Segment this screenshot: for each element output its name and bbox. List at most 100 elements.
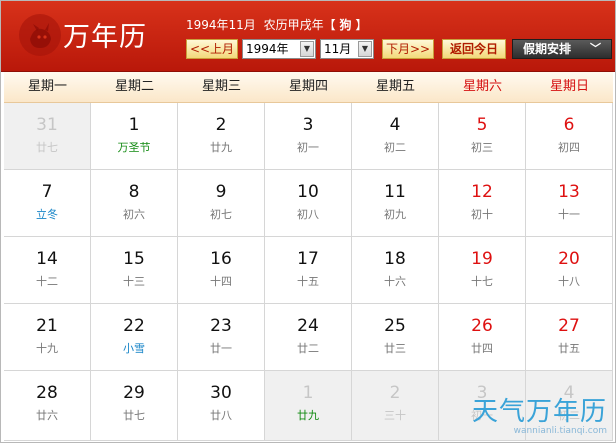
day-number: 18 [384, 249, 406, 269]
prev-month-button[interactable]: <<上月 [186, 39, 238, 59]
day-number: 4 [563, 383, 575, 403]
day-number: 10 [297, 182, 319, 202]
day-cell[interactable]: 20 十八 [526, 237, 613, 304]
day-cell[interactable]: 26 廿四 [439, 304, 526, 371]
day-cell-other-month[interactable]: 1 廿九 [265, 371, 352, 441]
lunar-date: 初九 [384, 208, 406, 221]
day-number: 14 [36, 249, 58, 269]
lunar-date: 廿二 [297, 342, 319, 355]
day-cell[interactable]: 25 廿三 [352, 304, 439, 371]
day-cell[interactable]: 10 初八 [265, 170, 352, 237]
day-number: 16 [210, 249, 232, 269]
lunar-date: 廿五 [558, 342, 580, 355]
lunar-date: 十八 [558, 275, 580, 288]
day-number: 20 [558, 249, 580, 269]
day-number: 7 [41, 182, 53, 202]
day-cell[interactable]: 18 十六 [352, 237, 439, 304]
day-cell[interactable]: 15 十三 [91, 237, 178, 304]
day-number: 2 [215, 115, 227, 135]
day-cell-other-month[interactable]: 4 初二 [526, 371, 613, 441]
today-button[interactable]: 返回今日 [442, 39, 506, 59]
year-select[interactable]: 1994年 ▼ [242, 39, 316, 59]
lunar-date: 初三 [471, 141, 493, 154]
day-number: 8 [128, 182, 140, 202]
zodiac-animal: 狗 [339, 18, 352, 32]
weekday-label: 星期一 [27, 79, 67, 94]
lunar-date: 廿七 [123, 409, 145, 422]
lunar-date: 初六 [123, 208, 145, 221]
day-cell[interactable]: 6 初四 [526, 103, 613, 170]
solar-term-label: 立冬 [36, 208, 58, 221]
day-number: 19 [471, 249, 493, 269]
day-number: 22 [123, 316, 145, 336]
day-cell[interactable]: 27 廿五 [526, 304, 613, 371]
day-cell[interactable]: 14 十二 [4, 237, 91, 304]
lunar-date: 廿七 [36, 141, 58, 154]
day-cell[interactable]: 28 廿六 [4, 371, 91, 441]
next-month-button[interactable]: 下月>> [382, 39, 434, 59]
day-number: 1 [128, 115, 140, 135]
day-cell[interactable]: 16 十四 [178, 237, 265, 304]
day-number: 6 [563, 115, 575, 135]
day-number: 1 [302, 383, 314, 403]
day-cell[interactable]: 11 初九 [352, 170, 439, 237]
lunar-date: 初十 [471, 208, 493, 221]
day-cell[interactable]: 1 万圣节 [91, 103, 178, 170]
day-cell-other-month[interactable]: 3 初一 [439, 371, 526, 441]
day-cell[interactable]: 21 十九 [4, 304, 91, 371]
weekday-label: 星期四 [288, 79, 328, 94]
day-cell-other-month[interactable]: 31 廿七 [4, 103, 91, 170]
chevron-down-icon: ▼ [300, 41, 314, 57]
day-cell[interactable]: 29 廿七 [91, 371, 178, 441]
day-cell[interactable]: 3 初一 [265, 103, 352, 170]
month-select[interactable]: 11月 ▼ [320, 39, 374, 59]
day-number: 3 [476, 383, 488, 403]
day-number: 27 [558, 316, 580, 336]
weekday-label: 星期三 [201, 79, 241, 94]
day-number: 26 [471, 316, 493, 336]
day-cell[interactable]: 22 小雪 [91, 304, 178, 371]
day-cell[interactable]: 23 廿一 [178, 304, 265, 371]
day-cell[interactable]: 24 廿二 [265, 304, 352, 371]
day-cell[interactable]: 13 十一 [526, 170, 613, 237]
weekday-label: 星期日 [549, 79, 589, 94]
lunar-date: 十七 [471, 275, 493, 288]
lunar-date: 初一 [297, 141, 319, 154]
lunar-date: 初四 [558, 141, 580, 154]
day-cell[interactable]: 4 初二 [352, 103, 439, 170]
day-number: 12 [471, 182, 493, 202]
day-cell[interactable]: 9 初七 [178, 170, 265, 237]
dog-zodiac-logo-icon [17, 9, 63, 61]
day-cell[interactable]: 5 初三 [439, 103, 526, 170]
day-cell[interactable]: 12 初十 [439, 170, 526, 237]
holiday-schedule-button[interactable]: 假期安排 ﹀ [512, 39, 612, 59]
weekday-header-row: 星期一 星期二 星期三 星期四 星期五 星期六 星期日 [4, 72, 613, 103]
solar-term-label: 小雪 [123, 342, 145, 355]
day-cell[interactable]: 7 立冬 [4, 170, 91, 237]
day-cell[interactable]: 8 初六 [91, 170, 178, 237]
weekday-label: 星期二 [114, 79, 154, 94]
gregorian-date: 1994年11月 [186, 18, 256, 32]
lunar-date: 廿八 [210, 409, 232, 422]
lunar-date: 廿一 [210, 342, 232, 355]
day-number: 24 [297, 316, 319, 336]
day-number: 3 [302, 115, 314, 135]
day-cell-other-month[interactable]: 2 三十 [352, 371, 439, 441]
lunar-date: 三十 [384, 409, 406, 422]
lunar-date: 十三 [123, 275, 145, 288]
day-cell[interactable]: 19 十七 [439, 237, 526, 304]
month-select-value: 11月 [324, 42, 352, 56]
lunar-date: 初八 [297, 208, 319, 221]
day-number: 29 [123, 383, 145, 403]
day-number: 23 [210, 316, 232, 336]
day-number: 28 [36, 383, 58, 403]
day-number: 30 [210, 383, 232, 403]
lunar-date: 十一 [558, 208, 580, 221]
day-number: 25 [384, 316, 406, 336]
day-cell[interactable]: 2 廿九 [178, 103, 265, 170]
day-number: 5 [476, 115, 488, 135]
day-cell[interactable]: 30 廿八 [178, 371, 265, 441]
day-number: 21 [36, 316, 58, 336]
day-cell[interactable]: 17 十五 [265, 237, 352, 304]
lunar-date: 廿三 [384, 342, 406, 355]
